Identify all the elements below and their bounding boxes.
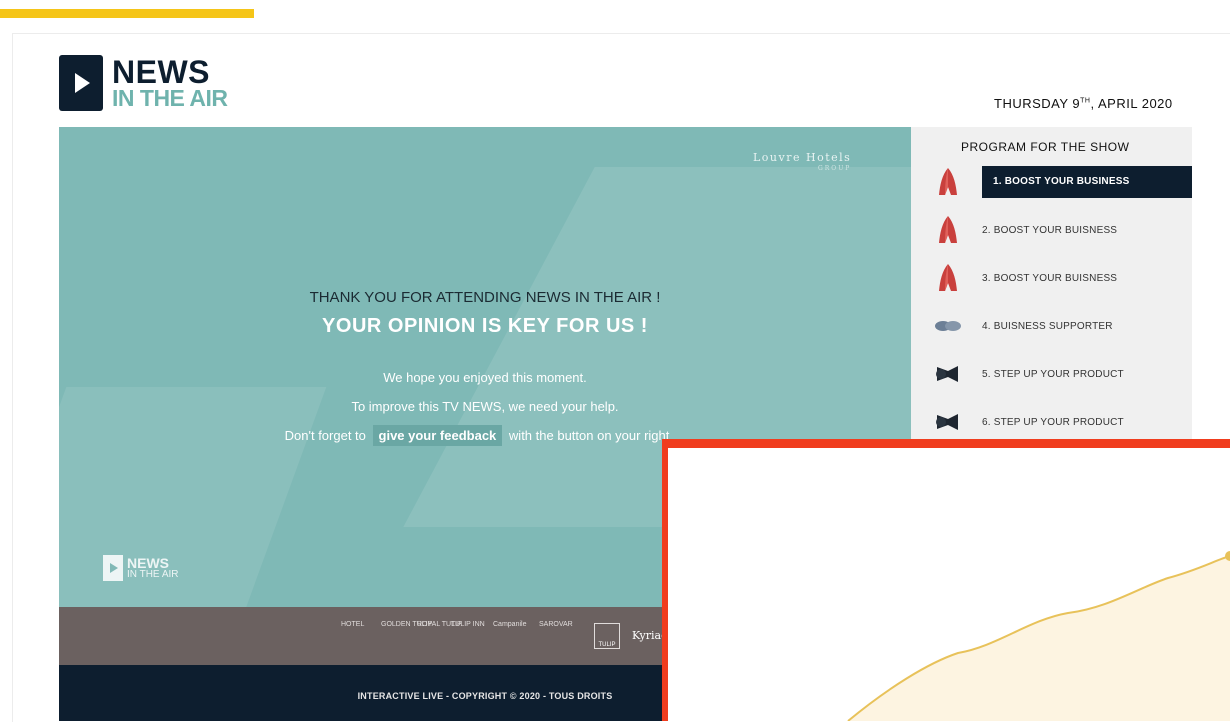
program-item-1[interactable]: 1. BOOST YOUR BUSINESS [931, 166, 1192, 198]
hero-text-1: We hope you enjoyed this moment. [383, 370, 587, 385]
program-item-label: 4. BUISNESS SUPPORTER [982, 320, 1113, 332]
hero-shape [59, 387, 327, 607]
program-item-label: 5. STEP UP YOUR PRODUCT [982, 368, 1124, 380]
show-date: THURSDAY 9TH, APRIL 2020 [994, 96, 1173, 111]
date-day: THURSDAY 9 [994, 96, 1081, 111]
program-item-label: 1. BOOST YOUR BUSINESS [982, 166, 1192, 198]
opinion-heading: YOUR OPINION IS KEY FOR US ! [322, 315, 648, 337]
watermark-news: NEWS [127, 555, 169, 571]
hero-text-3-before: Don't forget to [284, 428, 366, 443]
tulip-logo: TULIP [594, 623, 620, 649]
play-icon [59, 55, 103, 111]
megaphone-icon [931, 406, 965, 438]
program-item-label: 3. BOOST YOUR BUISNESS [982, 272, 1118, 284]
rocket-icon [931, 166, 965, 198]
partner-logo: TULIP INN [451, 621, 485, 628]
partner-logo: SAROVAR [539, 621, 573, 628]
overlay-curve [847, 551, 1230, 721]
program-item-label: 2. BOOST YOUR BUISNESS [982, 224, 1118, 236]
give-feedback-button[interactable]: give your feedback [372, 425, 503, 446]
logo-text: NEWS IN THE AIR [112, 56, 228, 110]
brand-name: Louvre Hotels [753, 151, 852, 164]
megaphone-icon [931, 358, 965, 390]
watermark-logo: NEWS IN THE AIR [103, 555, 179, 581]
date-sup: TH [1080, 97, 1091, 105]
top-accent-bar [0, 9, 254, 18]
logo-in-the-air: IN THE AIR [112, 85, 228, 111]
program-item-2[interactable]: 2. BOOST YOUR BUISNESS [931, 214, 1192, 246]
site-logo[interactable]: NEWS IN THE AIR [59, 55, 228, 111]
louvre-hotels-logo: Louvre Hotels GROUP [753, 151, 851, 172]
play-icon [103, 555, 123, 581]
handshake-icon [931, 310, 965, 342]
logo-news: NEWS [112, 54, 210, 90]
program-item-6[interactable]: 6. STEP UP YOUR PRODUCT [931, 406, 1192, 438]
overlay-panel [662, 439, 1230, 721]
thank-you-heading: THANK YOU FOR ATTENDING NEWS IN THE AIR … [309, 289, 661, 306]
overlay-content [668, 448, 1230, 721]
brand-sub: GROUP [817, 165, 852, 172]
program-sidebar: PROGRAM FOR THE SHOW 1. BOOST YOUR BUSIN… [911, 127, 1192, 457]
program-item-3[interactable]: 3. BOOST YOUR BUISNESS [931, 262, 1192, 294]
rocket-icon [931, 262, 965, 294]
rocket-icon [931, 214, 965, 246]
program-item-5[interactable]: 5. STEP UP YOUR PRODUCT [931, 358, 1192, 390]
program-item-4[interactable]: 4. BUISNESS SUPPORTER [931, 310, 1192, 342]
partner-logo: Campanile [493, 621, 527, 628]
date-month-year: , APRIL 2020 [1090, 96, 1173, 111]
hero-text-3-after: with the button on your right [508, 428, 670, 443]
hero-text-2: To improve this TV NEWS, we need your he… [351, 399, 619, 414]
program-item-label: 6. STEP UP YOUR PRODUCT [982, 416, 1124, 428]
program-title: PROGRAM FOR THE SHOW [961, 140, 1130, 154]
watermark-air: IN THE AIR [127, 569, 179, 580]
partner-logo: HOTEL [341, 621, 365, 628]
